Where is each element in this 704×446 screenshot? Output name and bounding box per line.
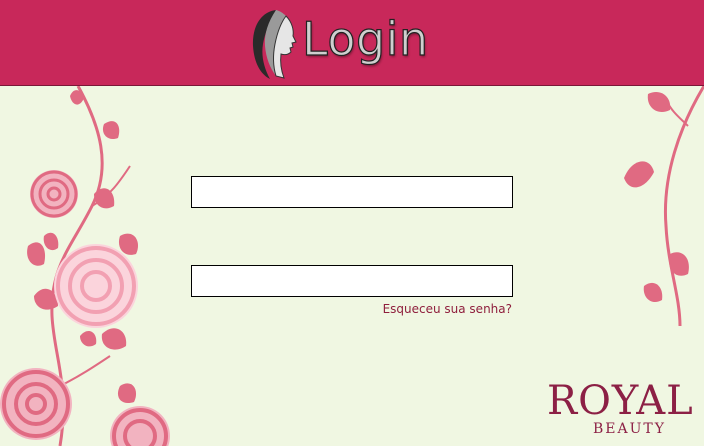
page-title: Login <box>301 11 429 66</box>
brand-name: ROYAL <box>547 378 694 424</box>
brand-tagline: BEAUTY <box>593 421 666 437</box>
woman-silhouette-icon <box>252 10 297 79</box>
right-rose-decoration <box>624 86 704 326</box>
left-rose-decoration <box>0 86 170 446</box>
header-bar: Login <box>0 0 704 86</box>
password-field[interactable] <box>191 265 513 297</box>
username-field[interactable] <box>191 176 513 208</box>
royal-beauty-logo: ROYAL BEAUTY <box>543 376 701 442</box>
forgot-password-link[interactable]: Esqueceu sua senha? <box>383 302 512 316</box>
